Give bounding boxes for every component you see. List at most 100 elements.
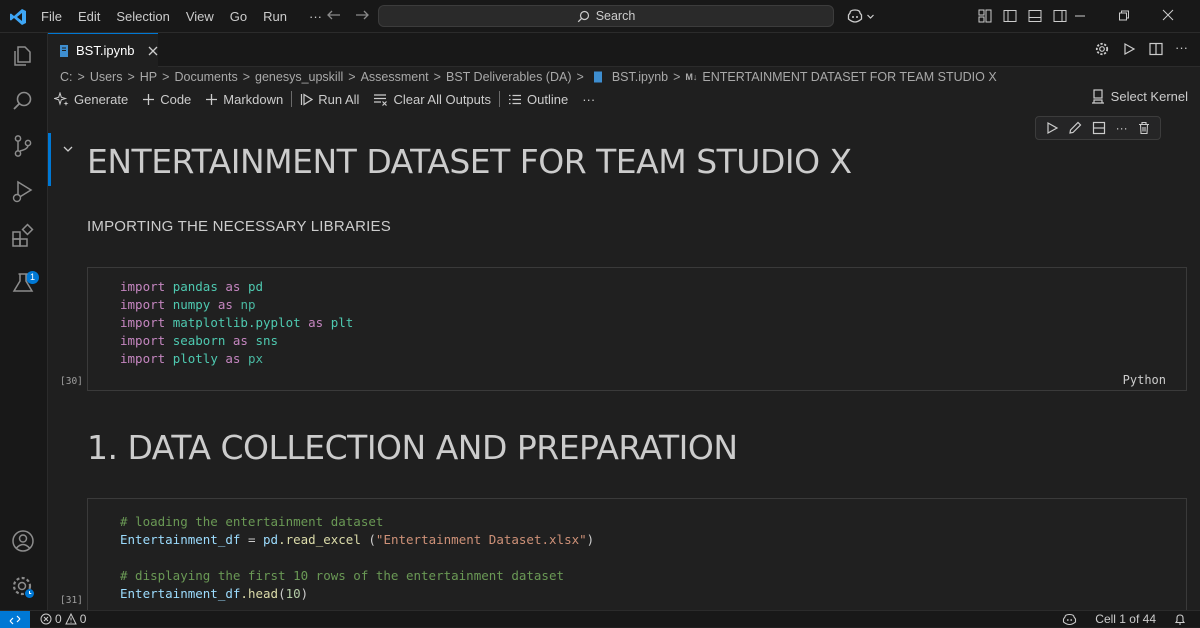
accounts-icon[interactable] [10,528,36,554]
notebook-toolbar: Generate Code Markdown Run All Clear All… [54,89,609,109]
editor-tab-bar: BST.ipynb ··· [48,33,1200,67]
restore-icon[interactable] [1118,8,1130,24]
execution-count: [31] [60,595,83,606]
title-bar: File Edit Selection View Go Run ··· Sear… [0,0,1200,33]
copilot-status-icon[interactable] [1062,613,1077,626]
clear-all-outputs-button[interactable]: Clear All Outputs [373,92,491,107]
search-label: Search [595,9,636,23]
cell-position[interactable]: Cell 1 of 44 [1095,612,1156,626]
notebook-file-icon [593,71,603,83]
back-arrow-icon[interactable] [325,6,343,24]
breadcrumb-item[interactable]: BST.ipynb [612,70,668,84]
chevron-right-icon: > [242,70,251,84]
toggle-primary-sidebar-icon[interactable] [1002,8,1018,24]
code-label: Code [160,91,192,107]
split-editor-icon[interactable] [1148,41,1164,57]
extensions-icon[interactable] [10,223,36,249]
menu-edit[interactable]: Edit [77,9,101,24]
select-kernel-button[interactable]: Select Kernel [1091,89,1188,104]
menu-go[interactable]: Go [229,9,248,24]
layout-controls [977,8,1068,24]
code-cell-imports[interactable]: import pandas as pd import numpy as np i… [87,267,1187,391]
menu-run[interactable]: Run [262,9,288,24]
run-all-button[interactable]: Run All [300,92,359,107]
status-right: Cell 1 of 44 [1062,611,1186,627]
menu-more[interactable]: ··· [308,9,323,24]
error-icon [40,613,52,625]
code-line: Entertainment_df = pd.read_excel ("Enter… [120,532,595,547]
notebook-title-heading: ENTERTAINMENT DATASET FOR TEAM STUDIO X [87,142,852,181]
collapse-chevron-icon[interactable] [62,144,74,154]
code-cell-load-data[interactable]: # loading the entertainment dataset Ente… [87,498,1187,610]
menu-bar: File Edit Selection View Go Run ··· [40,0,323,33]
markdown-label: Markdown [223,91,284,107]
cell-more-icon[interactable]: ··· [1116,121,1128,135]
run-all-icon [300,92,314,106]
cell-toolbar: ··· [1035,116,1161,140]
add-code-cell-button[interactable]: Code [142,92,191,107]
problems-indicator[interactable]: 0 0 [40,611,86,627]
more-actions-icon[interactable]: ··· [1175,41,1188,57]
breadcrumb-item[interactable]: Users [90,70,123,84]
chevron-down-icon [866,12,875,21]
breadcrumb-item[interactable]: BST Deliverables (DA) [446,70,572,84]
code-line: # displaying the first 10 rows of the en… [120,568,565,583]
breadcrumb-item[interactable]: Documents [174,70,237,84]
copilot-menu[interactable] [846,8,875,24]
history-navigation [325,6,371,24]
remote-indicator[interactable] [0,611,30,628]
toggle-panel-icon[interactable] [1027,8,1043,24]
execute-cell-icon[interactable] [1045,121,1059,135]
chevron-right-icon: > [127,70,135,84]
run-debug-icon[interactable] [10,178,36,204]
add-markdown-cell-button[interactable]: Markdown [205,92,283,107]
warning-count: 0 [79,612,87,626]
toolbar-divider [291,91,293,107]
toggle-secondary-sidebar-icon[interactable] [1052,8,1068,24]
vscode-logo-icon [9,8,27,26]
edit-pencil-icon[interactable] [1068,121,1082,135]
explorer-icon[interactable] [10,43,36,69]
outline-button[interactable]: Outline [508,92,568,107]
cell-language-label[interactable]: Python [1123,373,1166,387]
close-window-icon[interactable] [1162,8,1174,24]
delete-trash-icon[interactable] [1137,121,1151,135]
remote-icon [9,614,21,626]
code-line: import seaborn as sns [120,333,279,348]
generate-button[interactable]: Generate [54,91,128,107]
toolbar-more-button[interactable]: ··· [582,92,595,107]
breadcrumb-item[interactable]: C: [60,70,73,84]
kernel-icon [1091,89,1105,104]
minimize-icon[interactable] [1074,8,1086,24]
notebook-settings-gear-icon[interactable] [1094,41,1110,57]
toolbar-divider [499,91,500,107]
testing-flask-icon[interactable] [10,270,36,296]
tab-bst-ipynb[interactable]: BST.ipynb [48,33,158,67]
menu-selection[interactable]: Selection [115,9,170,24]
customize-layout-icon[interactable] [977,8,993,24]
execution-count: [30] [60,376,83,387]
split-cell-icon[interactable] [1092,121,1106,135]
code-line: import matplotlib.pyplot as plt [120,315,354,330]
search-icon [577,10,590,23]
forward-arrow-icon[interactable] [353,6,371,24]
breadcrumb-item[interactable]: Assessment [361,70,429,84]
warning-icon [64,613,77,625]
menu-view[interactable]: View [185,9,215,24]
outline-label: Outline [527,91,569,107]
notifications-bell-icon[interactable] [1174,613,1186,626]
breadcrumb-item[interactable]: genesys_upskill [255,70,343,84]
source-control-icon[interactable] [10,133,36,159]
close-tab-icon[interactable] [147,45,159,57]
clear-outputs-icon [373,93,388,106]
run-notebook-icon[interactable] [1121,41,1137,57]
search-view-icon[interactable] [10,88,36,114]
select-kernel-label: Select Kernel [1110,89,1188,104]
code-line: import pandas as pd [120,279,264,294]
menu-file[interactable]: File [40,9,63,24]
command-center-search[interactable]: Search [378,5,834,27]
breadcrumb-item[interactable]: HP [140,70,157,84]
breadcrumb-item[interactable]: ENTERTAINMENT DATASET FOR TEAM STUDIO X [702,70,996,84]
notebook-file-icon [58,44,70,58]
manage-gear-icon[interactable] [10,573,36,599]
